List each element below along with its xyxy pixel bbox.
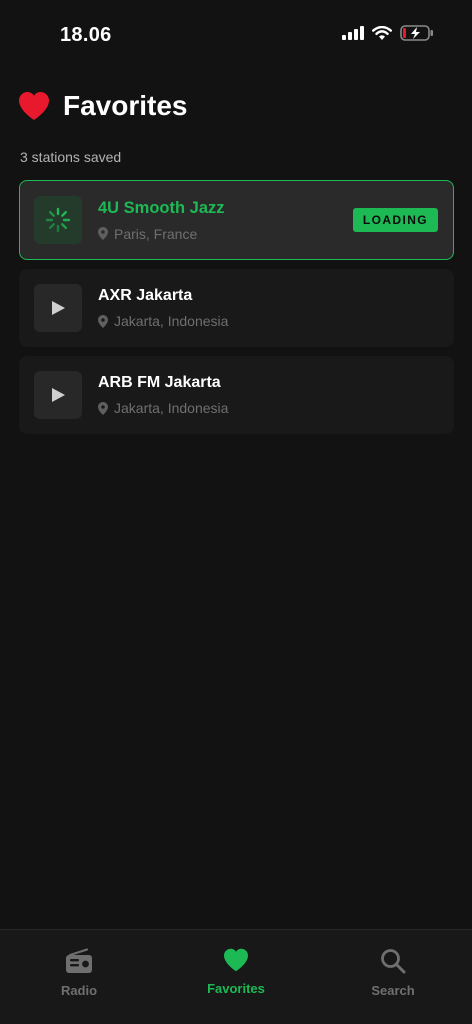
station-card-4u-smooth-jazz[interactable]: 4U Smooth Jazz Paris, France LOADING	[19, 180, 454, 260]
status-time: 18.06	[60, 24, 112, 46]
station-card-axr-jakarta[interactable]: AXR Jakarta Jakarta, Indonesia	[19, 269, 454, 347]
play-icon	[52, 301, 65, 315]
station-location: Jakarta, Indonesia	[98, 313, 453, 329]
loading-badge: LOADING	[352, 208, 438, 232]
stations-count: 3 stations saved	[20, 149, 122, 165]
wifi-icon	[372, 25, 392, 40]
page-title: Favorites	[63, 90, 188, 121]
battery-charging-icon	[400, 25, 433, 41]
tab-favorites[interactable]: Favorites	[176, 948, 296, 996]
favorites-screen: 18.06 Favorites 3 stations saved 4U Smoo…	[0, 0, 472, 1024]
location-pin-icon	[98, 314, 108, 328]
station-location-text: Paris, France	[114, 225, 198, 242]
bottom-tab-bar: Radio Favorites Search	[0, 929, 472, 1024]
status-icons	[342, 25, 434, 41]
location-pin-icon	[98, 401, 108, 415]
loading-spinner-icon	[45, 207, 71, 233]
station-info: AXR Jakarta Jakarta, Indonesia	[98, 287, 453, 329]
station-thumb[interactable]	[34, 196, 82, 244]
play-button[interactable]	[34, 284, 82, 332]
heart-icon	[19, 92, 49, 120]
radio-icon	[66, 948, 92, 973]
tab-label: Radio	[60, 983, 98, 998]
tab-radio[interactable]: Radio	[19, 948, 139, 998]
station-name: ARB FM Jakarta	[98, 374, 221, 391]
station-list: 4U Smooth Jazz Paris, France LOADING AXR…	[19, 180, 454, 443]
play-icon	[52, 388, 65, 402]
search-icon	[381, 949, 406, 974]
heart-icon	[224, 948, 248, 972]
tab-label: Favorites	[207, 981, 265, 996]
location-pin-icon	[98, 227, 108, 240]
page-header: Favorites	[18, 90, 188, 122]
play-button[interactable]	[34, 371, 82, 419]
station-location-text: Jakarta, Indonesia	[114, 400, 229, 416]
status-bar: 18.06	[0, 0, 472, 70]
station-location: Jakarta, Indonesia	[98, 400, 453, 416]
tab-search[interactable]: Search	[333, 948, 453, 998]
station-location-text: Jakarta, Indonesia	[114, 313, 229, 329]
station-card-arb-fm-jakarta[interactable]: ARB FM Jakarta Jakarta, Indonesia	[19, 356, 454, 434]
tab-label: Search	[371, 983, 415, 998]
cellular-signal-icon	[342, 26, 364, 40]
station-name: AXR Jakarta	[98, 287, 193, 304]
station-info: ARB FM Jakarta Jakarta, Indonesia	[98, 374, 453, 416]
